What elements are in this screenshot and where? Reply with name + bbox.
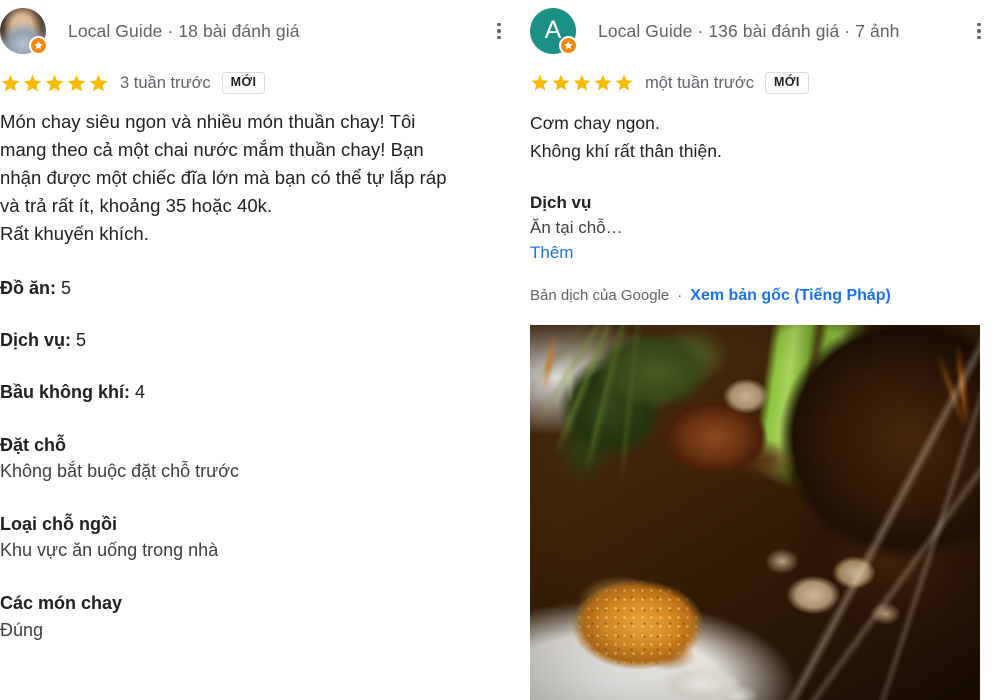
local-guide-badge-icon [559, 36, 578, 55]
attribute-key: Dịch vụ [530, 193, 592, 213]
review-card-2: A Local Guide · 136 bài đánh giá · 7 ảnh [530, 0, 1000, 700]
new-badge: MỚI [764, 72, 809, 94]
review-text-line: Không khí rất thân thiện. [530, 140, 722, 161]
star-filled-icon [45, 74, 64, 91]
review-card-1: Local Guide · 18 bài đánh giá 3 tuần trư… [0, 0, 520, 700]
translation-label: Bản dịch của Google [530, 287, 670, 305]
attribute-key: Dịch vụ: [0, 329, 72, 350]
review-text-line: Rất khuyến khích. [0, 223, 149, 245]
attribute-food: Đồ ăn: 5 [0, 276, 520, 301]
attribute-service: Dịch vụ Ăn tại chỗ… Thêm [530, 191, 1000, 265]
star-filled-icon [615, 74, 633, 91]
review-text: Món chay siêu ngon và nhiều món thuần ch… [0, 108, 520, 249]
star-rating [530, 73, 634, 93]
show-more-link[interactable]: Thêm [530, 241, 573, 266]
attribute-service: Dịch vụ: 5 [0, 328, 520, 353]
attribute-key: Đồ ăn: [0, 277, 56, 298]
attribute-atmosphere: Bầu không khí: 4 [0, 380, 520, 405]
review-text-line: và trả rất ít, khoảng 35 hoặc 40k. [0, 195, 273, 217]
review-timestamp: 3 tuần trước [120, 73, 211, 92]
translation-attribution: Bản dịch của Google · Xem bản gốc (Tiếng… [530, 287, 1000, 305]
avatar[interactable] [0, 8, 48, 55]
photo-vignette-layer [530, 325, 980, 700]
more-vert-icon[interactable] [966, 18, 992, 44]
attribute-key: Loại chỗ ngồi [0, 514, 117, 535]
review-photo[interactable] [530, 325, 980, 700]
attribute-reservation: Đặt chỗ Không bắt buộc đặt chỗ trước [0, 432, 520, 484]
reviews-panel: Local Guide · 18 bài đánh giá 3 tuần trư… [0, 0, 1000, 700]
more-vert-icon[interactable] [486, 18, 512, 44]
attribute-value: Không bắt buộc đặt chỗ trước [0, 461, 240, 482]
attribute-value: Đúng [0, 619, 44, 640]
review-timestamp: một tuần trước [645, 73, 754, 92]
review-text: Cơm chay ngon. Không khí rất thân thiện. [530, 110, 1000, 165]
review-text-line: Cơm chay ngon. [530, 113, 660, 133]
star-filled-icon [552, 74, 570, 91]
attribute-value: 4 [135, 381, 146, 402]
reviewer-meta: Local Guide · 18 bài đánh giá [68, 20, 300, 41]
rating-row: một tuần trước MỚI [530, 66, 1000, 100]
star-filled-icon [594, 74, 612, 91]
avatar[interactable]: A [530, 8, 578, 55]
review-header: A Local Guide · 136 bài đánh giá · 7 ảnh [530, 0, 1000, 62]
star-filled-icon [573, 74, 591, 91]
star-filled-icon [23, 74, 42, 91]
review-text-line: nhận được một chiếc đĩa lớn mà bạn có th… [0, 167, 447, 189]
view-original-link[interactable]: Xem bản gốc (Tiếng Pháp) [690, 287, 891, 305]
attribute-value: Khu vực ăn uống trong nhà [0, 540, 219, 561]
star-filled-icon [67, 74, 86, 91]
reviewer-meta: Local Guide · 136 bài đánh giá · 7 ảnh [598, 20, 900, 41]
review-text-line: mang theo cả một chai nước mắm thuần cha… [0, 139, 424, 161]
attribute-seating: Loại chỗ ngồi Khu vực ăn uống trong nhà [0, 511, 520, 563]
attribute-value: Ăn tại chỗ… [530, 217, 623, 237]
review-header: Local Guide · 18 bài đánh giá [0, 0, 520, 62]
attribute-key: Các món chay [0, 593, 123, 614]
star-filled-icon [1, 74, 20, 91]
star-rating [0, 73, 109, 94]
attribute-value: 5 [61, 277, 72, 298]
rating-row: 3 tuần trước MỚI [0, 66, 520, 100]
local-guide-badge-icon [29, 36, 48, 55]
review-text-line: Món chay siêu ngon và nhiều món thuần ch… [0, 111, 416, 132]
star-filled-icon [531, 74, 549, 91]
attribute-value: 5 [76, 329, 87, 350]
new-badge: MỚI [221, 72, 266, 94]
attribute-key: Đặt chỗ [0, 435, 67, 456]
attribute-key: Bầu không khí: [0, 381, 130, 402]
translation-separator: · [677, 287, 683, 305]
attribute-vegetarian: Các món chay Đúng [0, 590, 520, 642]
star-filled-icon [89, 74, 108, 91]
